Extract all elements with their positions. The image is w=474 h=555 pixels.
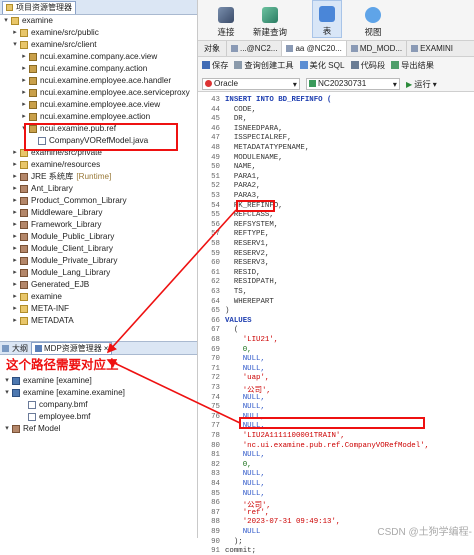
line-number: 90 [211,537,220,546]
line-number: 91 [211,547,220,555]
arrow-refmodel [106,359,241,424]
code-line: commit; [225,547,257,555]
code-line: ); [225,537,243,546]
annotation-arrows [106,209,241,424]
arrow-refclass [106,209,237,354]
